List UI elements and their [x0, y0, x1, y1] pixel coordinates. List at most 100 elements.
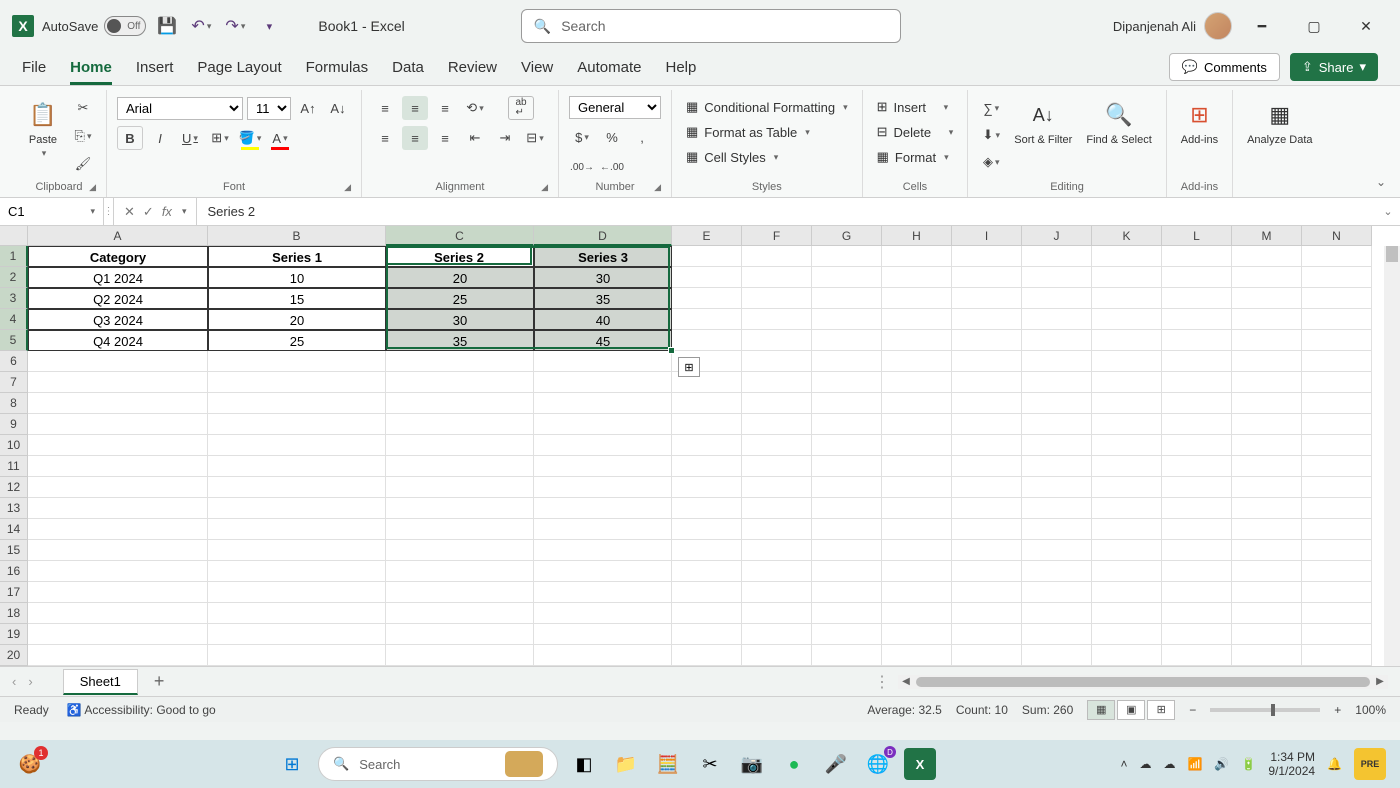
- sheet-options-button[interactable]: ⋮: [874, 672, 890, 692]
- task-view-button[interactable]: ◧: [568, 748, 600, 780]
- cell-J8[interactable]: [1022, 393, 1092, 414]
- cell-J11[interactable]: [1022, 456, 1092, 477]
- cell-M17[interactable]: [1232, 582, 1302, 603]
- format-painter-button[interactable]: 🖌: [70, 152, 96, 176]
- tab-file[interactable]: File: [22, 59, 46, 85]
- cell-H19[interactable]: [882, 624, 952, 645]
- cell-G2[interactable]: [812, 267, 882, 288]
- cell-N18[interactable]: [1302, 603, 1372, 624]
- clipboard-dialog-launcher[interactable]: ◢: [89, 182, 96, 193]
- cell-F19[interactable]: [742, 624, 812, 645]
- cell-C5[interactable]: 35: [386, 330, 534, 351]
- cell-K8[interactable]: [1092, 393, 1162, 414]
- row-header-9[interactable]: 9: [0, 414, 28, 435]
- cell-H6[interactable]: [882, 351, 952, 372]
- cell-E14[interactable]: [672, 519, 742, 540]
- cell-F9[interactable]: [742, 414, 812, 435]
- cell-L12[interactable]: [1162, 477, 1232, 498]
- cell-C19[interactable]: [386, 624, 534, 645]
- cell-D15[interactable]: [534, 540, 672, 561]
- cell-C11[interactable]: [386, 456, 534, 477]
- cell-L7[interactable]: [1162, 372, 1232, 393]
- cell-K6[interactable]: [1092, 351, 1162, 372]
- tab-automate[interactable]: Automate: [577, 59, 641, 85]
- cell-B14[interactable]: [208, 519, 386, 540]
- cell-B16[interactable]: [208, 561, 386, 582]
- cell-K18[interactable]: [1092, 603, 1162, 624]
- column-header-I[interactable]: I: [952, 226, 1022, 246]
- share-button[interactable]: ⇪ Share ▾: [1290, 53, 1378, 81]
- cell-H10[interactable]: [882, 435, 952, 456]
- chrome-button[interactable]: 🌐D: [862, 748, 894, 780]
- camera-button[interactable]: 📷: [736, 748, 768, 780]
- cell-G10[interactable]: [812, 435, 882, 456]
- cell-I1[interactable]: [952, 246, 1022, 267]
- comma-format-button[interactable]: ,: [629, 125, 655, 149]
- cell-G20[interactable]: [812, 645, 882, 666]
- cell-B9[interactable]: [208, 414, 386, 435]
- undo-button[interactable]: ↶▾: [188, 13, 214, 39]
- cell-K12[interactable]: [1092, 477, 1162, 498]
- save-button[interactable]: 💾: [154, 13, 180, 39]
- cell-L2[interactable]: [1162, 267, 1232, 288]
- excel-taskbar-button[interactable]: X: [904, 748, 936, 780]
- cell-F12[interactable]: [742, 477, 812, 498]
- cell-J1[interactable]: [1022, 246, 1092, 267]
- cell-K1[interactable]: [1092, 246, 1162, 267]
- row-header-20[interactable]: 20: [0, 645, 28, 666]
- cell-D7[interactable]: [534, 372, 672, 393]
- cell-N6[interactable]: [1302, 351, 1372, 372]
- cell-K15[interactable]: [1092, 540, 1162, 561]
- row-header-12[interactable]: 12: [0, 477, 28, 498]
- cell-A15[interactable]: [28, 540, 208, 561]
- cell-I6[interactable]: [952, 351, 1022, 372]
- cell-H16[interactable]: [882, 561, 952, 582]
- cell-N2[interactable]: [1302, 267, 1372, 288]
- cancel-formula-button[interactable]: ✕: [124, 204, 135, 220]
- copy-button[interactable]: ⎘▾: [70, 124, 96, 148]
- cell-G3[interactable]: [812, 288, 882, 309]
- cell-C20[interactable]: [386, 645, 534, 666]
- cell-H15[interactable]: [882, 540, 952, 561]
- row-header-2[interactable]: 2: [0, 267, 28, 288]
- calculator-button[interactable]: 🧮: [652, 748, 684, 780]
- cell-L6[interactable]: [1162, 351, 1232, 372]
- cell-E15[interactable]: [672, 540, 742, 561]
- cell-C2[interactable]: 20: [386, 267, 534, 288]
- cell-N19[interactable]: [1302, 624, 1372, 645]
- increase-decimal-button[interactable]: .00→: [569, 155, 595, 179]
- maximize-button[interactable]: ▢: [1292, 10, 1336, 42]
- cell-M8[interactable]: [1232, 393, 1302, 414]
- battery-icon[interactable]: 🔋: [1241, 757, 1256, 771]
- cell-J7[interactable]: [1022, 372, 1092, 393]
- cell-C6[interactable]: [386, 351, 534, 372]
- cell-J17[interactable]: [1022, 582, 1092, 603]
- autosum-button[interactable]: ∑▾: [978, 96, 1004, 120]
- column-header-A[interactable]: A: [28, 226, 208, 246]
- cell-M4[interactable]: [1232, 309, 1302, 330]
- cell-M18[interactable]: [1232, 603, 1302, 624]
- align-right-button[interactable]: ≡: [432, 126, 458, 150]
- cell-C18[interactable]: [386, 603, 534, 624]
- column-header-L[interactable]: L: [1162, 226, 1232, 246]
- cell-I2[interactable]: [952, 267, 1022, 288]
- cell-E13[interactable]: [672, 498, 742, 519]
- cell-B1[interactable]: Series 1: [208, 246, 386, 267]
- cell-B6[interactable]: [208, 351, 386, 372]
- cell-L1[interactable]: [1162, 246, 1232, 267]
- cell-K19[interactable]: [1092, 624, 1162, 645]
- tab-page-layout[interactable]: Page Layout: [197, 59, 281, 85]
- cell-H20[interactable]: [882, 645, 952, 666]
- cell-G4[interactable]: [812, 309, 882, 330]
- onedrive-icon[interactable]: ☁: [1139, 757, 1151, 771]
- italic-button[interactable]: I: [147, 126, 173, 150]
- cell-I19[interactable]: [952, 624, 1022, 645]
- cell-N17[interactable]: [1302, 582, 1372, 603]
- row-header-18[interactable]: 18: [0, 603, 28, 624]
- cell-G11[interactable]: [812, 456, 882, 477]
- snipping-tool-button[interactable]: ✂: [694, 748, 726, 780]
- cell-J2[interactable]: [1022, 267, 1092, 288]
- cell-G15[interactable]: [812, 540, 882, 561]
- comments-button[interactable]: 💬 Comments: [1169, 53, 1280, 81]
- cell-D14[interactable]: [534, 519, 672, 540]
